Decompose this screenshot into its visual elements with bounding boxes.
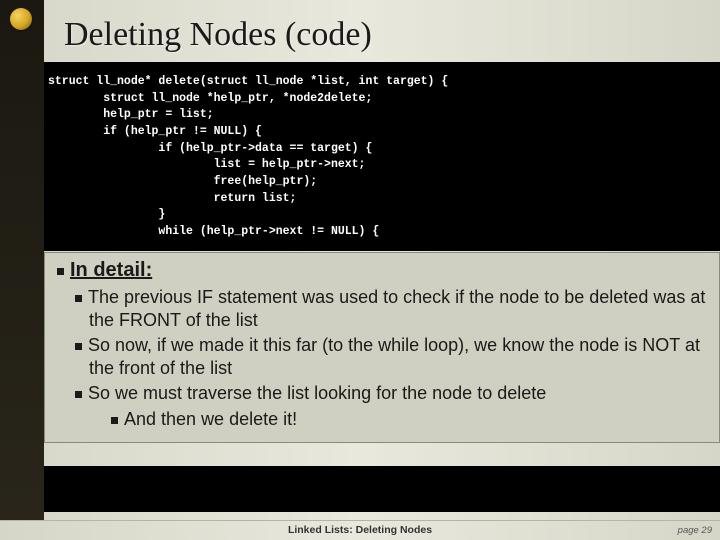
square-bullet-icon — [57, 268, 64, 275]
square-bullet-icon — [75, 391, 82, 398]
bullet-text: The previous IF statement was used to ch… — [88, 287, 705, 330]
bullet-item: The previous IF statement was used to ch… — [75, 286, 707, 332]
bullet-item: So now, if we made it this far (to the w… — [75, 334, 707, 380]
sidebar-dark-strip — [0, 0, 44, 540]
sub-bullet-item: And then we delete it! — [111, 409, 707, 430]
square-bullet-icon — [75, 295, 82, 302]
explanation-bullets: The previous IF statement was used to ch… — [75, 286, 707, 405]
gold-seal-logo — [10, 8, 32, 30]
sub-bullet-text: And then we delete it! — [124, 409, 297, 429]
explanation-panel: In detail: The previous IF statement was… — [44, 252, 720, 443]
explanation-sub-bullets: And then we delete it! — [111, 409, 707, 430]
code-continuation-black-band — [44, 466, 720, 512]
slide: Deleting Nodes (code) struct ll_node* de… — [0, 0, 720, 540]
code-block: struct ll_node* delete(struct ll_node *l… — [44, 68, 720, 251]
bullet-text: So now, if we made it this far (to the w… — [88, 335, 700, 378]
bullet-item: So we must traverse the list looking for… — [75, 382, 707, 405]
slide-content: Deleting Nodes (code) struct ll_node* de… — [44, 0, 720, 540]
explanation-heading: In detail: — [57, 259, 707, 282]
bullet-text: So we must traverse the list looking for… — [88, 383, 546, 403]
slide-title: Deleting Nodes (code) — [64, 16, 372, 54]
footer-title: Linked Lists: Deleting Nodes — [0, 524, 720, 536]
footer-page-number: page 29 — [678, 525, 712, 536]
square-bullet-icon — [75, 343, 82, 350]
square-bullet-icon — [111, 417, 118, 424]
explanation-heading-text: In detail: — [70, 259, 152, 281]
footer-bar: Linked Lists: Deleting Nodes page 29 — [0, 520, 720, 540]
